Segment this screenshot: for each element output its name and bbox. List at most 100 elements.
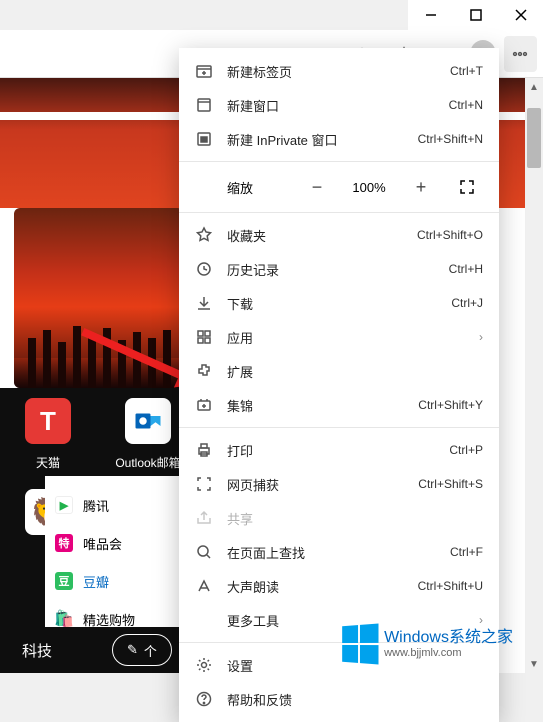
settings-icon (195, 656, 213, 674)
download-icon (195, 294, 213, 312)
douban-icon: 豆 (55, 572, 73, 590)
menu-extensions[interactable]: 扩展 (179, 354, 499, 388)
menu-label: 扩展 (227, 362, 483, 381)
menu-read-aloud[interactable]: 大声朗读 Ctrl+Shift+U (179, 569, 499, 603)
menu-label: 收藏夹 (227, 226, 403, 245)
menu-label: 新建 InPrivate 窗口 (227, 130, 404, 149)
menu-new-tab[interactable]: 新建标签页 Ctrl+T (179, 54, 499, 88)
share-icon (195, 509, 213, 527)
tencent-video-icon: ▶ (55, 496, 73, 514)
tile-outlook[interactable]: Outlook邮箱 (114, 398, 182, 471)
link-label: 豆瓣 (83, 572, 109, 591)
customize-button[interactable]: ✎ 个 (112, 634, 172, 666)
menu-label: 新建窗口 (227, 96, 435, 115)
sidebar-links: ▶ 腾讯 特 唯品会 豆 豆瓣 🛍️ 精选购物 (45, 476, 185, 648)
inprivate-icon (195, 130, 213, 148)
link-label: 唯品会 (83, 534, 122, 553)
shopping-icon: 🛍️ (55, 610, 73, 628)
menu-label: 应用 (227, 328, 465, 347)
menu-label: 大声朗读 (227, 577, 404, 596)
menu-shortcut: Ctrl+J (451, 296, 483, 310)
menu-label: 新建标签页 (227, 62, 436, 81)
link-label: 精选购物 (83, 610, 135, 629)
menu-new-inprivate[interactable]: 新建 InPrivate 窗口 Ctrl+Shift+N (179, 122, 499, 156)
read-aloud-icon (195, 577, 213, 595)
watermark-title: Windows系统之家 (384, 629, 513, 647)
zoom-in-button[interactable]: + (405, 171, 437, 203)
bottom-nav: 科技 ✎ 个 (0, 627, 185, 673)
blank-icon (195, 611, 213, 629)
scroll-up-icon[interactable]: ▲ (525, 78, 543, 96)
app-menu-dropdown: 新建标签页 Ctrl+T 新建窗口 Ctrl+N 新建 InPrivate 窗口… (179, 48, 499, 722)
menu-label: 帮助和反馈 (227, 690, 483, 709)
fullscreen-button[interactable] (451, 171, 483, 203)
tab-tech[interactable]: 科技 (22, 640, 52, 661)
menu-label: 网页捕获 (227, 475, 404, 494)
menu-shortcut: Ctrl+N (449, 98, 483, 112)
edit-label: 个 (144, 641, 157, 660)
zoom-out-button[interactable]: − (301, 171, 333, 203)
menu-label: 集锦 (227, 396, 404, 415)
link-label: 腾讯 (83, 496, 109, 515)
menu-shortcut: Ctrl+T (450, 64, 483, 78)
star-icon (195, 226, 213, 244)
link-tencent[interactable]: ▶ 腾讯 (55, 486, 185, 524)
extensions-icon (195, 362, 213, 380)
app-menu-button[interactable] (504, 36, 537, 72)
menu-collections[interactable]: 集锦 Ctrl+Shift+Y (179, 388, 499, 422)
menu-label: 下载 (227, 294, 437, 313)
maximize-button[interactable] (453, 0, 498, 30)
menu-favorites[interactable]: 收藏夹 Ctrl+Shift+O (179, 218, 499, 252)
menu-label: 共享 (227, 509, 483, 528)
watermark-url: www.bjjmlv.com (384, 647, 513, 659)
print-icon (195, 441, 213, 459)
menu-shortcut: Ctrl+F (450, 545, 483, 559)
menu-share: 共享 (179, 501, 499, 535)
menu-shortcut: Ctrl+Shift+N (418, 132, 483, 146)
menu-zoom: 缩放 − 100% + (179, 167, 499, 207)
menu-label: 在页面上查找 (227, 543, 436, 562)
menu-apps[interactable]: 应用 › (179, 320, 499, 354)
collections-icon (195, 396, 213, 414)
close-button[interactable] (498, 0, 543, 30)
scroll-down-icon[interactable]: ▼ (525, 655, 543, 673)
tile-label: 天猫 (36, 454, 60, 471)
watermark: Windows系统之家 www.bjjmlv.com (340, 625, 513, 663)
menu-shortcut: Ctrl+Shift+S (418, 477, 483, 491)
history-icon (195, 260, 213, 278)
menu-label: 历史记录 (227, 260, 435, 279)
find-icon (195, 543, 213, 561)
zoom-label: 缩放 (227, 178, 287, 197)
capture-icon (195, 475, 213, 493)
menu-new-window[interactable]: 新建窗口 Ctrl+N (179, 88, 499, 122)
menu-print[interactable]: 打印 Ctrl+P (179, 433, 499, 467)
outlook-icon (125, 398, 171, 444)
minimize-button[interactable] (408, 0, 453, 30)
apps-icon (195, 328, 213, 346)
menu-history[interactable]: 历史记录 Ctrl+H (179, 252, 499, 286)
menu-find[interactable]: 在页面上查找 Ctrl+F (179, 535, 499, 569)
menu-downloads[interactable]: 下载 Ctrl+J (179, 286, 499, 320)
pencil-icon: ✎ (127, 642, 138, 658)
window-controls (408, 0, 543, 30)
vertical-scrollbar[interactable]: ▲ ▼ (525, 78, 543, 673)
vip-icon: 特 (55, 534, 73, 552)
menu-shortcut: Ctrl+Shift+U (418, 579, 483, 593)
menu-shortcut: Ctrl+Shift+Y (418, 398, 483, 412)
new-tab-icon (195, 62, 213, 80)
scrollbar-thumb[interactable] (527, 108, 541, 168)
tmall-icon: T (25, 398, 71, 444)
link-douban[interactable]: 豆 豆瓣 (55, 562, 185, 600)
menu-shortcut: Ctrl+P (449, 443, 483, 457)
menu-shortcut: Ctrl+Shift+O (417, 228, 483, 242)
menu-help[interactable]: 帮助和反馈 (179, 682, 499, 716)
link-vip[interactable]: 特 唯品会 (55, 524, 185, 562)
windows-logo-icon (342, 623, 378, 664)
chevron-right-icon: › (479, 330, 483, 344)
menu-label: 打印 (227, 441, 435, 460)
zoom-value: 100% (347, 180, 391, 195)
help-icon (195, 690, 213, 708)
menu-shortcut: Ctrl+H (449, 262, 483, 276)
menu-web-capture[interactable]: 网页捕获 Ctrl+Shift+S (179, 467, 499, 501)
tile-tmall[interactable]: T 天猫 (14, 398, 82, 471)
